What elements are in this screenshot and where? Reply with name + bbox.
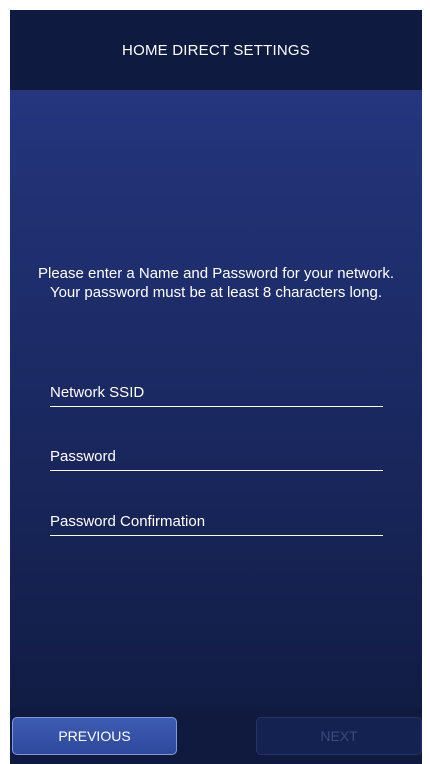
previous-button[interactable]: PREVIOUS (12, 717, 177, 755)
page-title: HOME DIRECT SETTINGS (122, 41, 310, 59)
network-ssid-field[interactable] (50, 378, 383, 407)
header-bar: HOME DIRECT SETTINGS (10, 10, 422, 90)
next-button[interactable]: NEXT (256, 717, 422, 755)
password-input[interactable] (50, 442, 383, 470)
network-ssid-input[interactable] (50, 378, 383, 406)
password-confirmation-input[interactable] (50, 507, 383, 535)
footer-bar: PREVIOUS NEXT (10, 708, 422, 764)
instructions-text: Please enter a Name and Password for you… (37, 265, 394, 301)
password-confirmation-field[interactable] (50, 507, 383, 536)
home-direct-settings-screen: HOME DIRECT SETTINGS Please enter a Name… (10, 10, 422, 764)
password-field[interactable] (50, 442, 383, 471)
